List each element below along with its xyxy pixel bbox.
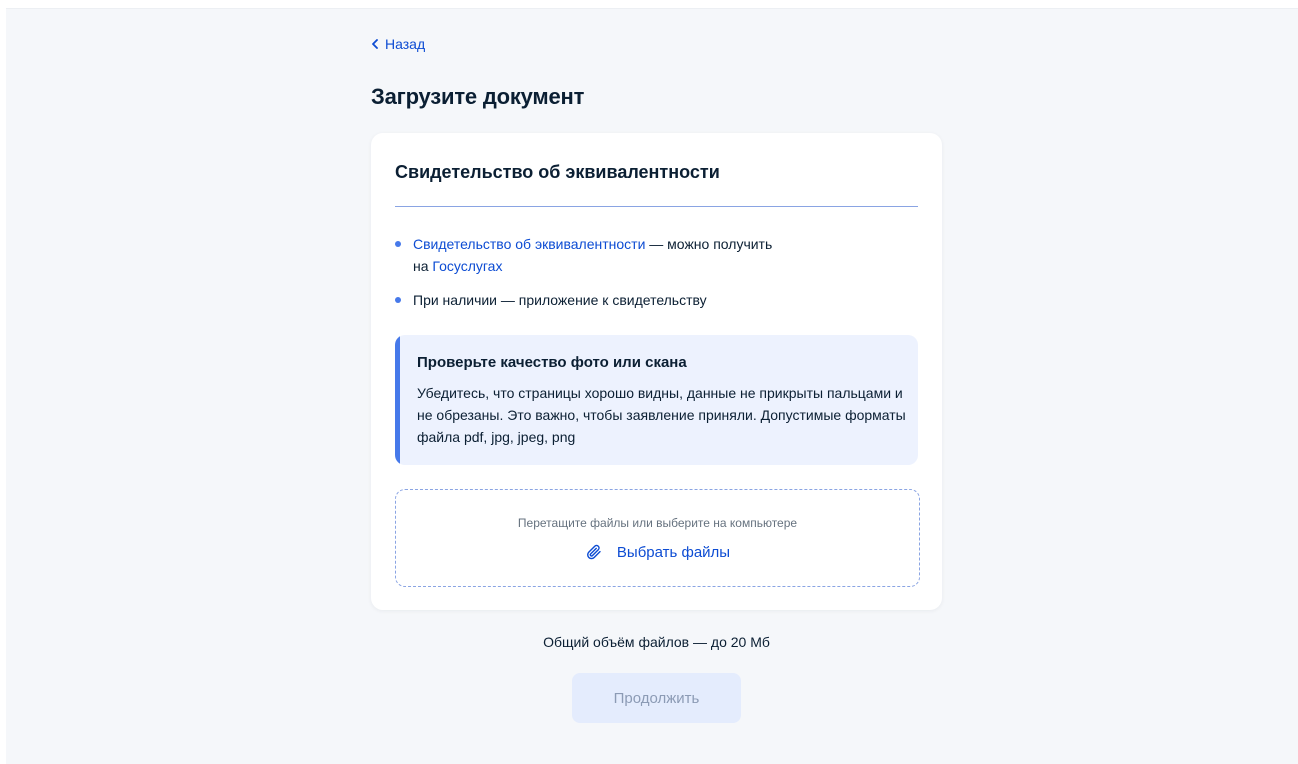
choose-files-label: Выбрать файлы bbox=[616, 543, 731, 561]
chevron-left-icon bbox=[372, 39, 378, 49]
paperclip-icon bbox=[586, 544, 601, 560]
list-item-text: — можно получить bbox=[645, 236, 773, 252]
card-divider bbox=[395, 206, 918, 207]
document-card: Свидетельство об эквивалентности Свидете… bbox=[371, 133, 942, 610]
dropzone-hint: Перетащите файлы или выберите на компьют… bbox=[517, 516, 798, 530]
bullet-dot bbox=[395, 241, 401, 247]
equivalence-certificate-link[interactable]: Свидетельство об эквивалентности bbox=[413, 236, 645, 252]
file-dropzone[interactable]: Перетащите файлы или выберите на компьют… bbox=[395, 489, 920, 587]
notice-text: Убедитесь, что страницы хорошо видны, да… bbox=[417, 385, 906, 445]
choose-files-button[interactable]: Выбрать файлы bbox=[396, 543, 919, 561]
continue-button[interactable]: Продолжить bbox=[572, 673, 741, 723]
page-title: Загрузите документ bbox=[371, 84, 585, 109]
quality-notice: Проверьте качество фото или скана Убедит… bbox=[395, 335, 918, 465]
notice-title: Проверьте качество фото или скана bbox=[417, 354, 687, 371]
back-label: Назад bbox=[385, 36, 426, 52]
notice-accent-bar bbox=[395, 335, 400, 465]
list-item-text: При наличии — приложение к свидетельству bbox=[413, 292, 707, 308]
file-size-note: Общий объём файлов — до 20 Мб bbox=[543, 634, 770, 650]
list-item: При наличии — приложение к свидетельству bbox=[395, 289, 895, 311]
requirements-list: Свидетельство об эквивалентности — можно… bbox=[395, 233, 895, 311]
card-title: Свидетельство об эквивалентности bbox=[395, 162, 720, 182]
list-item-text-prefix: на bbox=[413, 258, 433, 274]
gosuslugi-link[interactable]: Госуслугах bbox=[432, 258, 502, 274]
list-item: Свидетельство об эквивалентности — можно… bbox=[395, 233, 895, 277]
bullet-dot bbox=[395, 297, 401, 303]
back-link[interactable]: Назад bbox=[371, 36, 425, 52]
